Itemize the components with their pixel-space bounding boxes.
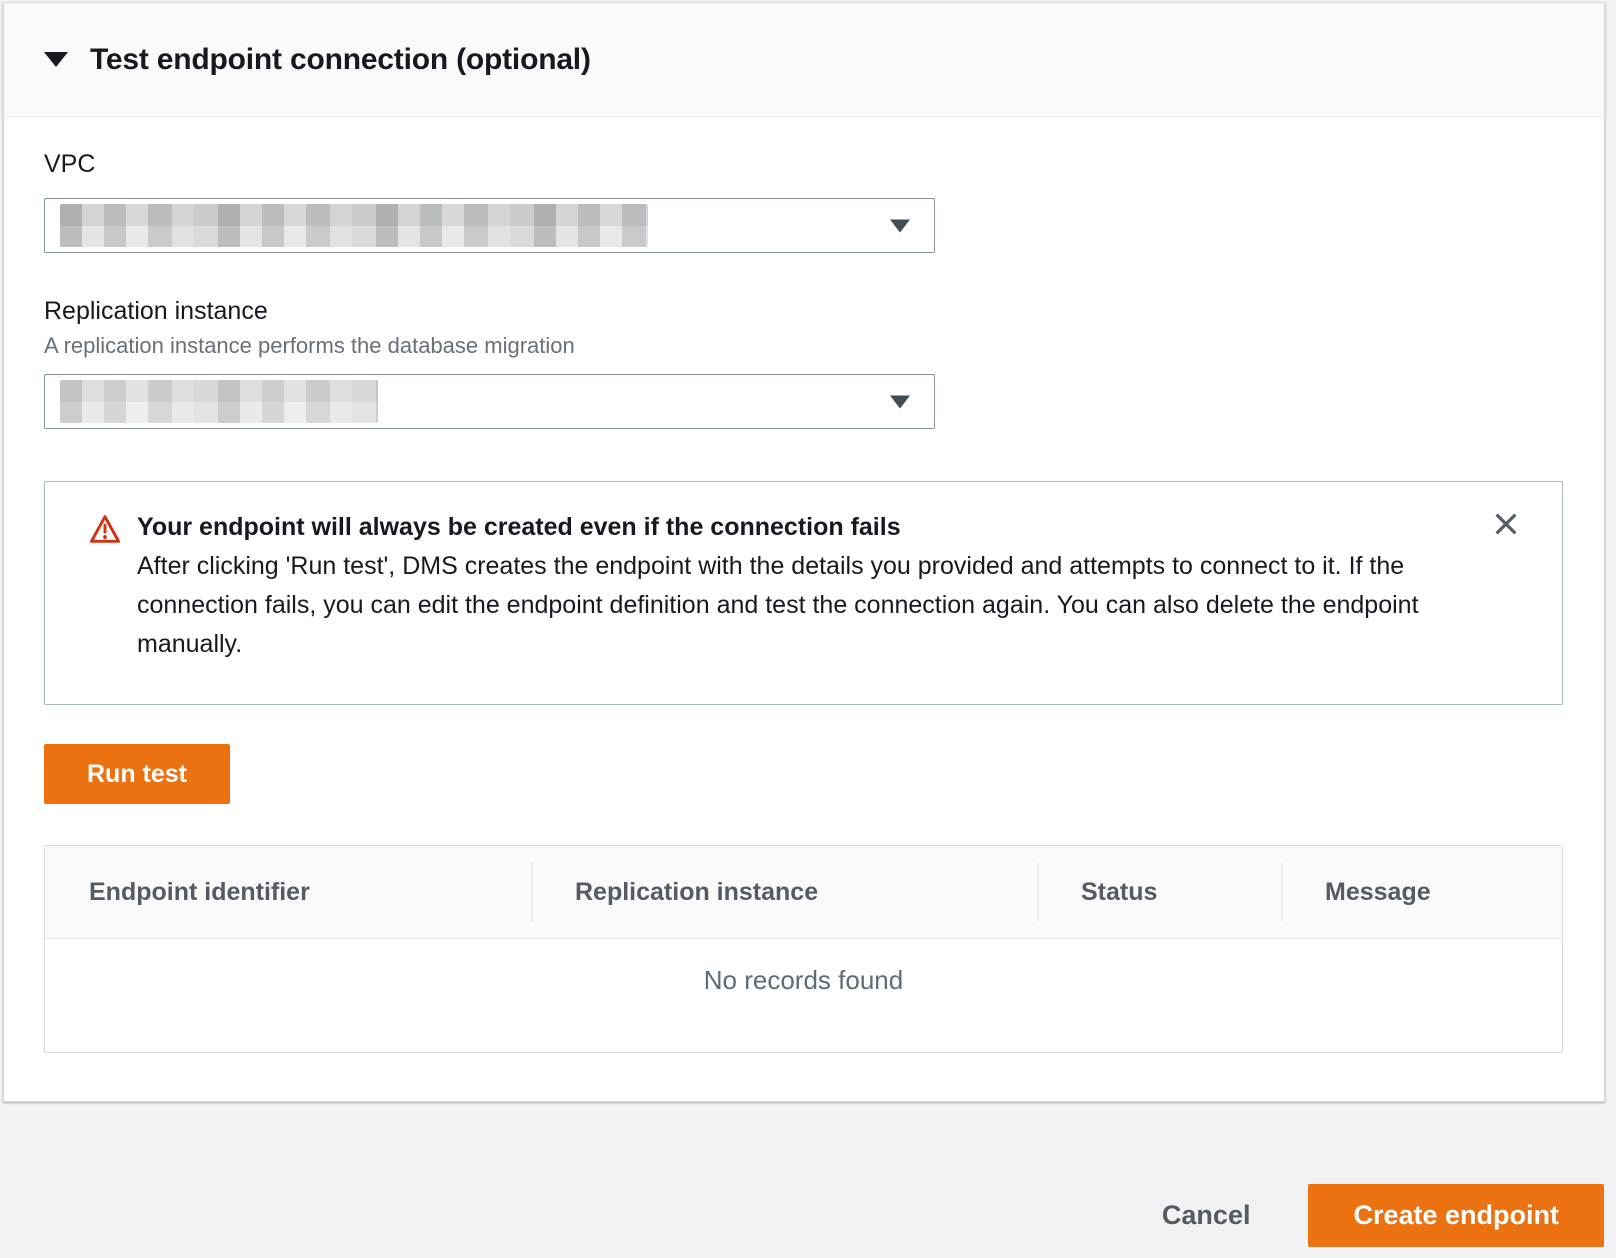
create-endpoint-button[interactable]: Create endpoint (1308, 1184, 1604, 1247)
warning-body: After clicking 'Run test', DMS creates t… (137, 547, 1432, 664)
test-endpoint-connection-card: Test endpoint connection (optional) VPC … (3, 2, 1605, 1102)
replication-instance-select[interactable] (44, 374, 935, 429)
section-title: Test endpoint connection (optional) (90, 43, 591, 77)
empty-state-text: No records found (704, 965, 903, 996)
vpc-select[interactable] (44, 198, 935, 253)
run-test-button[interactable]: Run test (44, 744, 230, 804)
chevron-down-icon (890, 219, 910, 232)
column-header-endpoint-identifier: Endpoint identifier (45, 846, 531, 938)
warning-title: Your endpoint will always be created eve… (137, 508, 1432, 547)
footer-actions: Cancel Create endpoint (1162, 1184, 1604, 1247)
section-body: VPC Replication instance A replication i… (4, 150, 1604, 1053)
column-header-replication-instance: Replication instance (531, 846, 1037, 938)
vpc-redacted-value (60, 204, 648, 247)
warning-text: Your endpoint will always be created eve… (137, 508, 1432, 664)
column-header-status: Status (1037, 846, 1281, 938)
table-empty-state: No records found (45, 939, 1562, 1052)
replication-instance-label: Replication instance (44, 297, 1564, 326)
dismiss-warning-button[interactable] (1486, 504, 1526, 544)
table-header-row: Endpoint identifier Replication instance… (45, 846, 1562, 939)
cancel-button[interactable]: Cancel (1162, 1200, 1251, 1231)
warning-alert: Your endpoint will always be created eve… (44, 481, 1563, 705)
warning-triangle-icon (89, 508, 121, 664)
replication-instance-redacted-value (60, 380, 378, 423)
test-results-table: Endpoint identifier Replication instance… (44, 845, 1563, 1053)
chevron-down-icon (890, 395, 910, 408)
column-header-message: Message (1281, 846, 1562, 938)
vpc-label: VPC (44, 150, 1564, 179)
collapse-triangle-icon (44, 52, 68, 67)
close-icon (1490, 508, 1522, 540)
replication-instance-description: A replication instance performs the data… (44, 333, 1564, 359)
section-header[interactable]: Test endpoint connection (optional) (4, 3, 1604, 117)
